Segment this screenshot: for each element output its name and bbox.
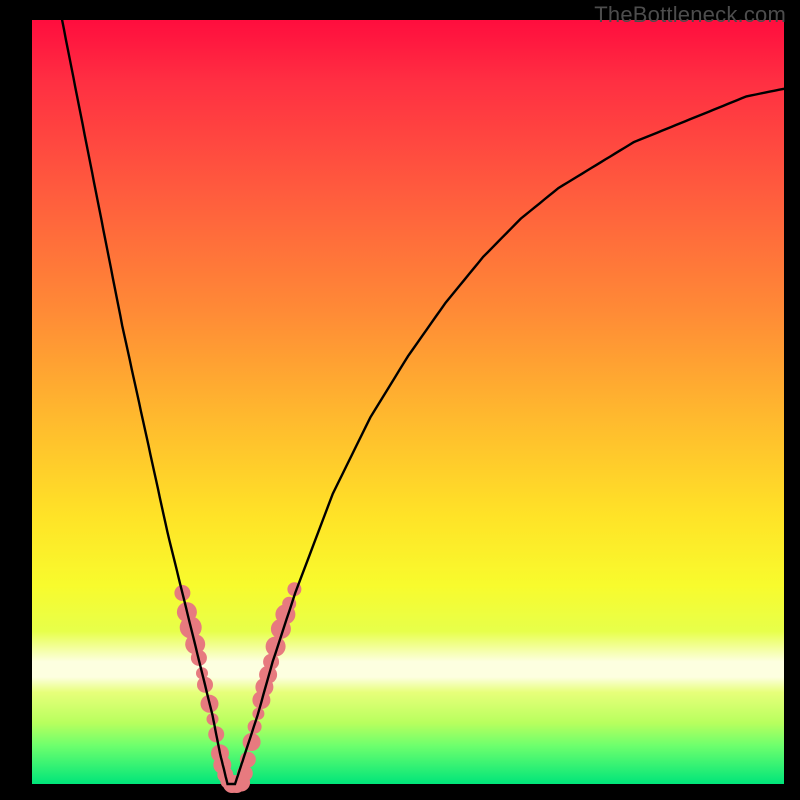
marker-layer xyxy=(174,582,301,793)
curve-layer xyxy=(32,20,784,784)
bottleneck-curve xyxy=(62,20,784,784)
plot-area xyxy=(32,20,784,784)
watermark-text: TheBottleneck.com xyxy=(594,2,786,28)
chart-frame: TheBottleneck.com xyxy=(0,0,800,800)
